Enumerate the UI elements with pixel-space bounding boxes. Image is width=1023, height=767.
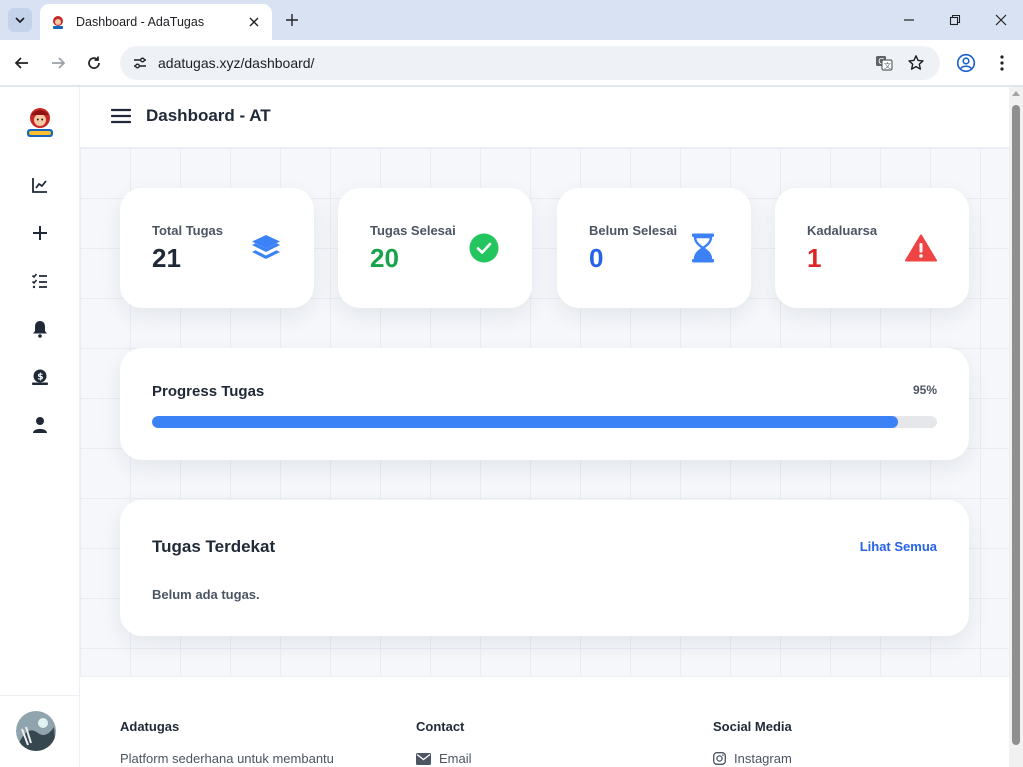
star-icon[interactable] (902, 49, 930, 77)
avatar[interactable] (16, 711, 56, 751)
stat-card-completed: Tugas Selesai 20 (338, 188, 532, 308)
stat-value: 1 (807, 243, 822, 273)
footer-social-heading: Social Media (713, 719, 792, 734)
warning-icon (903, 230, 939, 266)
adatugas-logo[interactable] (22, 105, 58, 141)
browser-tab-bar: Dashboard - AdaTugas (0, 0, 1023, 40)
svg-text:文: 文 (884, 61, 891, 70)
close-window-icon[interactable] (986, 8, 1016, 32)
stat-card-pending: Belum Selesai 0 (557, 188, 751, 308)
footer-instagram-link[interactable]: Instagram (713, 751, 792, 766)
stat-value: 21 (152, 243, 181, 273)
envelope-icon (416, 752, 431, 765)
stat-label: Kadaluarsa (807, 223, 878, 238)
browser-tab[interactable]: Dashboard - AdaTugas (40, 4, 272, 40)
nearest-tasks-title: Tugas Terdekat (152, 537, 276, 556)
translate-icon[interactable]: G文 (870, 49, 898, 77)
scrollbar-thumb[interactable] (1012, 105, 1020, 745)
progress-bar (152, 416, 937, 428)
forward-icon[interactable] (46, 51, 70, 75)
sidebar: $ (0, 87, 80, 767)
stat-value: 20 (370, 243, 399, 273)
page-footer: Adatugas Platform sederhana untuk memban… (80, 676, 1009, 767)
page-title: Dashboard - AT (146, 106, 271, 125)
reload-icon[interactable] (82, 51, 106, 75)
sidebar-item-add-task[interactable] (26, 219, 54, 247)
footer-brand-description: Platform sederhana untuk membantu (120, 751, 334, 766)
page-viewport: $ Dashboard - AT Total Tugas 21 Tugas Se… (0, 87, 1023, 767)
tab-search-icon[interactable] (8, 8, 32, 32)
svg-text:$: $ (37, 372, 43, 382)
progress-card: Progress Tugas 95% (120, 348, 969, 460)
stat-label: Belum Selesai (589, 223, 678, 238)
plus-icon[interactable] (282, 10, 302, 30)
kebab-menu-icon[interactable] (990, 51, 1014, 75)
browser-toolbar: adatugas.xyz/dashboard/ G文 (0, 40, 1023, 86)
scroll-up-arrow-icon[interactable] (1012, 91, 1020, 96)
chart-line-icon (32, 178, 47, 193)
footer-contact-heading: Contact (416, 719, 465, 734)
tab-title: Dashboard - AdaTugas (76, 15, 205, 29)
progress-bar-fill (152, 416, 898, 428)
nearest-tasks-card: Tugas Terdekat Lihat Semua Belum ada tug… (120, 500, 969, 636)
restore-icon[interactable] (940, 8, 970, 32)
sidebar-item-statistics[interactable] (26, 171, 54, 199)
sidebar-item-profile[interactable] (26, 411, 54, 439)
sidebar-item-notifications[interactable] (26, 315, 54, 343)
footer-email-link[interactable]: Email (416, 751, 472, 766)
stat-card-expired: Kadaluarsa 1 (775, 188, 969, 308)
hourglass-icon (685, 230, 721, 266)
hamburger-menu-icon[interactable] (110, 105, 132, 127)
dashboard-content: Total Tugas 21 Tugas Selesai 20 Belum Se… (80, 148, 1009, 676)
see-all-link[interactable]: Lihat Semua (860, 539, 937, 554)
site-settings-icon[interactable] (126, 49, 154, 77)
profile-icon[interactable] (954, 51, 978, 75)
minimize-icon[interactable] (894, 8, 924, 32)
plus-icon (33, 226, 47, 240)
url-text[interactable]: adatugas.xyz/dashboard/ (158, 55, 870, 71)
money-icon: $ (32, 369, 48, 385)
footer-brand-heading: Adatugas (120, 719, 180, 734)
check-circle-icon (466, 230, 502, 266)
empty-tasks-message: Belum ada tugas. (152, 587, 260, 602)
sidebar-divider (0, 695, 80, 696)
stat-card-total: Total Tugas 21 (120, 188, 314, 308)
stat-label: Total Tugas (152, 223, 224, 238)
address-bar[interactable]: adatugas.xyz/dashboard/ G文 (120, 46, 940, 80)
progress-percent: 95% (912, 383, 937, 397)
stat-label: Tugas Selesai (370, 223, 456, 238)
close-icon[interactable] (246, 14, 262, 30)
page-header: Dashboard - AT (80, 87, 1009, 148)
sidebar-item-task-list[interactable] (26, 267, 54, 295)
back-icon[interactable] (10, 51, 34, 75)
task-list-icon (31, 273, 47, 289)
page-scrollbar[interactable] (1009, 87, 1023, 767)
sidebar-item-finance[interactable]: $ (26, 363, 54, 391)
user-icon (33, 417, 47, 433)
bell-icon (33, 321, 47, 338)
instagram-icon (713, 752, 726, 765)
layers-icon (248, 230, 284, 266)
progress-title: Progress Tugas (152, 383, 265, 400)
adatugas-favicon-icon (53, 16, 63, 29)
stat-value: 0 (589, 243, 604, 273)
